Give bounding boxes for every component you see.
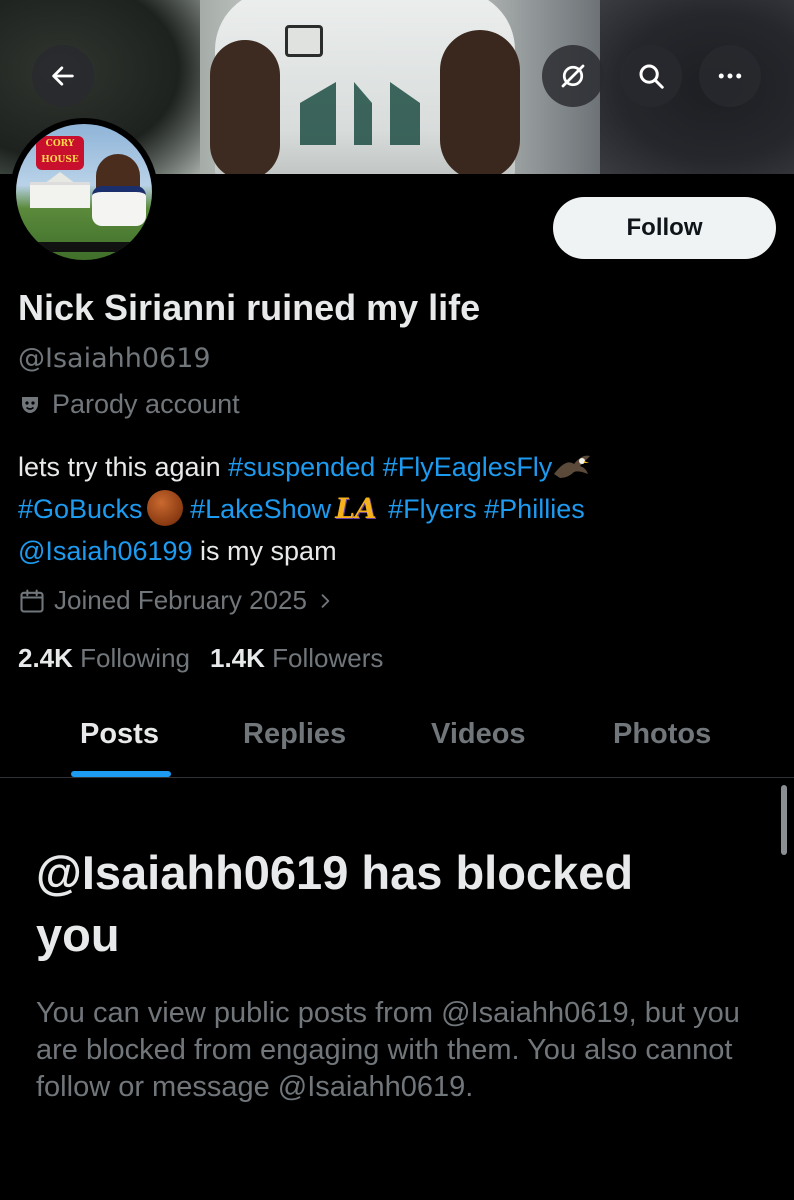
avatar[interactable]: CORY HOUSE bbox=[10, 118, 158, 266]
follow-stats: 2.4K Following 1.4K Followers bbox=[18, 643, 383, 674]
hashtag-lakeshow[interactable]: #LakeShow bbox=[190, 494, 331, 524]
bio-text: lets try this again bbox=[18, 452, 229, 482]
parody-label: Parody account bbox=[18, 389, 240, 420]
hashtag-gobucks[interactable]: #GoBucks bbox=[18, 494, 143, 524]
tab-posts[interactable]: Posts bbox=[80, 718, 159, 751]
following-link[interactable]: 2.4K Following bbox=[18, 643, 190, 674]
banner-arm-left bbox=[210, 40, 280, 174]
parody-text: Parody account bbox=[52, 389, 240, 419]
buckeye-icon bbox=[146, 490, 183, 526]
hashtag-phillies[interactable]: #Phillies bbox=[484, 494, 585, 524]
more-button[interactable] bbox=[699, 45, 761, 107]
chevron-right-icon bbox=[321, 593, 330, 608]
followers-label: Followers bbox=[272, 643, 384, 673]
grok-icon bbox=[561, 64, 585, 88]
search-icon bbox=[639, 64, 664, 89]
avatar-house bbox=[30, 182, 90, 208]
avatar-image: CORY HOUSE bbox=[16, 124, 152, 260]
following-label: Following bbox=[80, 643, 190, 673]
following-count: 2.4K bbox=[18, 643, 73, 673]
parody-mask-icon bbox=[22, 396, 38, 413]
arrow-left-icon bbox=[52, 66, 74, 86]
profile-bio: lets try this again #suspended #FlyEagle… bbox=[18, 446, 718, 572]
back-button[interactable] bbox=[32, 45, 94, 107]
avatar-shirt bbox=[92, 186, 146, 226]
tab-photos[interactable]: Photos bbox=[613, 718, 711, 751]
hashtag-flyers[interactable]: #Flyers bbox=[388, 494, 477, 524]
hashtag-flyeaglesfly[interactable]: #FlyEaglesFly bbox=[383, 452, 553, 482]
mention-link[interactable]: @Isaiah06199 bbox=[18, 536, 193, 566]
tab-videos[interactable]: Videos bbox=[431, 718, 526, 751]
display-name: Nick Sirianni ruined my life bbox=[18, 287, 481, 328]
lakers-la-icon: LA bbox=[335, 492, 377, 525]
banner-arm-right bbox=[440, 30, 520, 174]
active-tab-indicator bbox=[71, 771, 171, 777]
avatar-strip bbox=[16, 242, 152, 252]
blocked-title: @Isaiahh0619 has blocked you bbox=[36, 842, 756, 966]
blocked-message: You can view public posts from @Isaiahh0… bbox=[36, 997, 740, 1103]
profile-handle: @Isaiahh0619 bbox=[18, 343, 211, 374]
followers-count: 1.4K bbox=[209, 643, 265, 673]
search-button[interactable] bbox=[620, 45, 682, 107]
joined-text: Joined February 2025 bbox=[54, 585, 307, 615]
hashtag-suspended[interactable]: #suspended bbox=[228, 452, 375, 482]
profile-tabs: Posts Replies Videos Photos bbox=[0, 700, 794, 778]
joined-date[interactable]: Joined February 2025 bbox=[18, 585, 335, 616]
blocked-title-line2: you bbox=[36, 908, 120, 961]
followers-link[interactable]: 1.4K Followers bbox=[210, 643, 383, 674]
calendar-icon bbox=[20, 588, 44, 613]
grok-button[interactable] bbox=[542, 45, 604, 107]
avatar-logo: CORY HOUSE bbox=[36, 136, 84, 170]
scrollbar[interactable] bbox=[781, 785, 787, 855]
banner-captain-patch bbox=[285, 25, 323, 57]
eagle-icon bbox=[554, 455, 591, 478]
bio-text-spam: is my spam bbox=[192, 536, 337, 566]
blocked-title-line1: @Isaiahh0619 has blocked bbox=[36, 846, 634, 899]
follow-button[interactable]: Follow bbox=[553, 197, 776, 259]
tab-replies[interactable]: Replies bbox=[243, 718, 346, 751]
more-icon bbox=[718, 73, 742, 79]
